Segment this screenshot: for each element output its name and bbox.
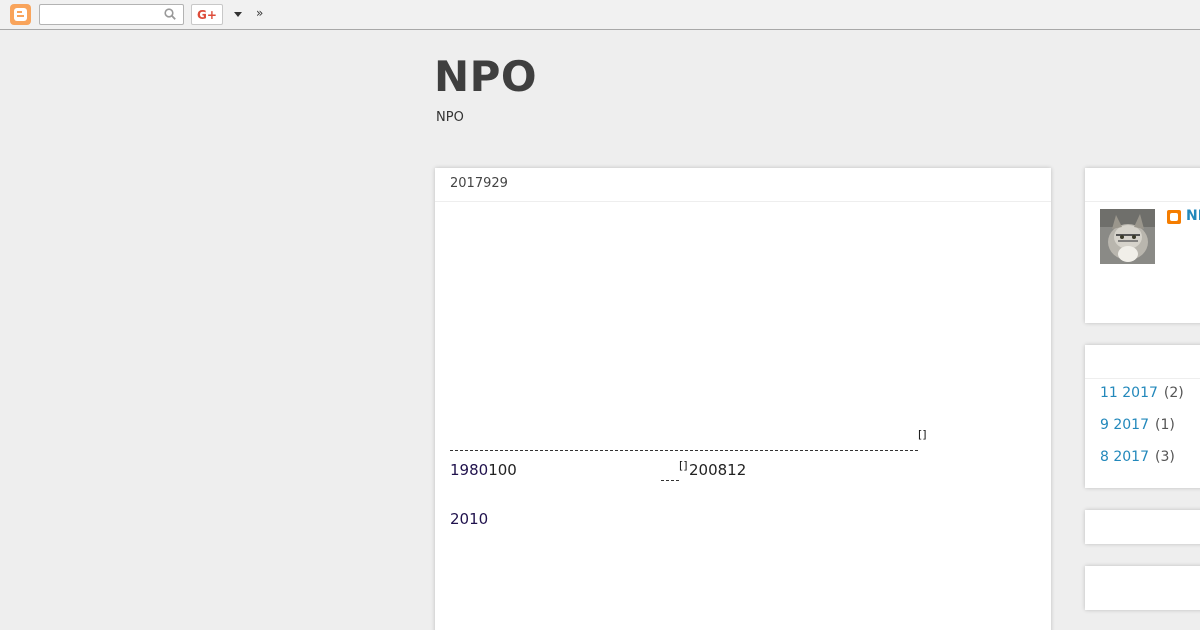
post-link-2010[interactable]: 2010 bbox=[450, 510, 488, 528]
profile-name-link[interactable]: NPO bbox=[1186, 208, 1200, 224]
archive-link[interactable]: 9 2017 bbox=[1100, 417, 1149, 433]
archive-item: 9 2017 (1) bbox=[1100, 417, 1175, 433]
footnote-reference[interactable]: [] bbox=[918, 428, 927, 441]
dotted-underline bbox=[450, 450, 918, 451]
blog-title[interactable]: NPO bbox=[434, 52, 537, 101]
navbar-search-input[interactable] bbox=[39, 4, 184, 25]
archive-count: (3) bbox=[1155, 449, 1175, 465]
widget-divider bbox=[1085, 378, 1200, 379]
archive-count: (1) bbox=[1155, 417, 1175, 433]
blog-description: NPO bbox=[436, 110, 464, 125]
sidebar-widget bbox=[1085, 566, 1200, 610]
post-text: 200812 bbox=[689, 461, 747, 479]
search-icon[interactable] bbox=[164, 8, 176, 20]
post-text: 100 bbox=[488, 461, 517, 479]
post-text-line: 2010 bbox=[450, 510, 488, 528]
archive-item: 11 2017 (2) bbox=[1100, 385, 1184, 401]
google-plus-button[interactable]: G+ bbox=[191, 4, 223, 25]
footnote-reference[interactable]: [] bbox=[679, 459, 688, 472]
post-link-1980[interactable]: 1980 bbox=[450, 461, 488, 479]
widget-divider bbox=[1085, 201, 1200, 202]
post-divider bbox=[435, 201, 1051, 202]
dotted-underline bbox=[661, 480, 679, 481]
post-card: 2017929 [] 1980100 [] 200812 2010 bbox=[435, 168, 1051, 630]
archive-link[interactable]: 11 2017 bbox=[1100, 385, 1158, 401]
chevron-down-icon[interactable] bbox=[234, 12, 242, 17]
blogger-profile-icon bbox=[1167, 210, 1181, 224]
archive-item: 8 2017 (3) bbox=[1100, 449, 1175, 465]
blogger-logo-icon[interactable] bbox=[10, 4, 31, 25]
archive-link[interactable]: 8 2017 bbox=[1100, 449, 1149, 465]
more-button[interactable]: » bbox=[256, 6, 263, 20]
archive-count: (2) bbox=[1163, 385, 1184, 401]
avatar[interactable] bbox=[1100, 209, 1155, 264]
blog-archive-widget: 11 2017 (2) 9 2017 (1) 8 2017 (3) bbox=[1085, 345, 1200, 488]
profile-widget: NPO bbox=[1085, 168, 1200, 323]
blogger-navbar: G+ » bbox=[0, 0, 1200, 30]
sidebar-widget bbox=[1085, 510, 1200, 544]
post-date: 2017929 bbox=[450, 176, 508, 191]
post-text-line: 1980100 bbox=[450, 461, 517, 479]
